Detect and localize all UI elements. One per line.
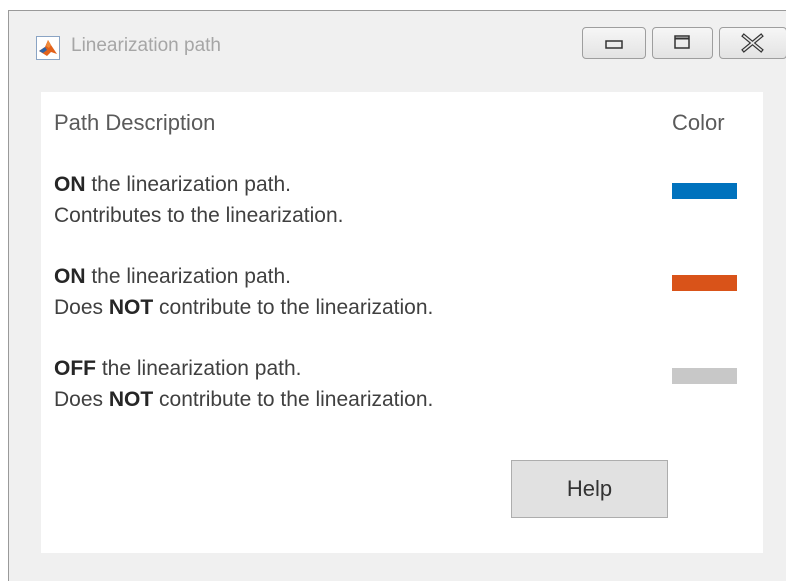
close-icon bbox=[741, 33, 764, 53]
row-line-1: ON the linearization path. bbox=[54, 261, 433, 292]
row-status: OFF bbox=[54, 357, 96, 380]
row-contribution-text: contribute to the linearization. bbox=[153, 296, 434, 319]
color-swatch-gray bbox=[672, 368, 737, 384]
row-contribution-prefix: Does bbox=[54, 296, 109, 319]
row-contribution-text: Contributes to the linearization. bbox=[54, 204, 344, 227]
legend-row-on-contributes: ON the linearization path. Contributes t… bbox=[54, 169, 344, 231]
row-path-text: the linearization path. bbox=[85, 265, 291, 288]
path-description-header: Path Description bbox=[54, 110, 216, 135]
row-status: ON bbox=[54, 173, 86, 196]
row-contribution-prefix: Does bbox=[54, 388, 109, 411]
row-line-2: Does NOT contribute to the linearization… bbox=[54, 292, 433, 323]
row-path-text: the linearization path. bbox=[85, 173, 291, 196]
row-not-emphasis: NOT bbox=[108, 388, 154, 411]
help-button[interactable]: Help bbox=[511, 460, 668, 518]
matlab-logo-icon bbox=[36, 36, 60, 60]
title-bar[interactable]: Linearization path bbox=[9, 11, 786, 81]
row-line-1: ON the linearization path. bbox=[54, 169, 344, 200]
minimize-icon bbox=[605, 40, 623, 49]
row-path-text: the linearization path. bbox=[96, 357, 302, 380]
row-not-emphasis: NOT bbox=[108, 296, 154, 319]
maximize-icon bbox=[674, 35, 690, 49]
legend-row-on-not-contributes: ON the linearization path. Does NOT cont… bbox=[54, 261, 433, 323]
linearization-path-window: Linearization path Path Description Colo… bbox=[8, 10, 786, 581]
maximize-button[interactable] bbox=[652, 27, 713, 59]
window-title: Linearization path bbox=[71, 35, 221, 56]
color-header: Color bbox=[672, 110, 725, 135]
color-swatch-blue bbox=[672, 183, 737, 199]
close-button[interactable] bbox=[719, 27, 786, 59]
row-line-2: Does NOT contribute to the linearization… bbox=[54, 384, 433, 415]
row-line-2: Contributes to the linearization. bbox=[54, 200, 344, 231]
legend-panel: Path Description Color ON the linearizat… bbox=[41, 92, 763, 553]
legend-row-off-not-contributes: OFF the linearization path. Does NOT con… bbox=[54, 353, 433, 415]
color-swatch-orange bbox=[672, 275, 737, 291]
row-status: ON bbox=[54, 265, 86, 288]
row-contribution-text: contribute to the linearization. bbox=[153, 388, 434, 411]
minimize-button[interactable] bbox=[582, 27, 646, 59]
row-line-1: OFF the linearization path. bbox=[54, 353, 433, 384]
